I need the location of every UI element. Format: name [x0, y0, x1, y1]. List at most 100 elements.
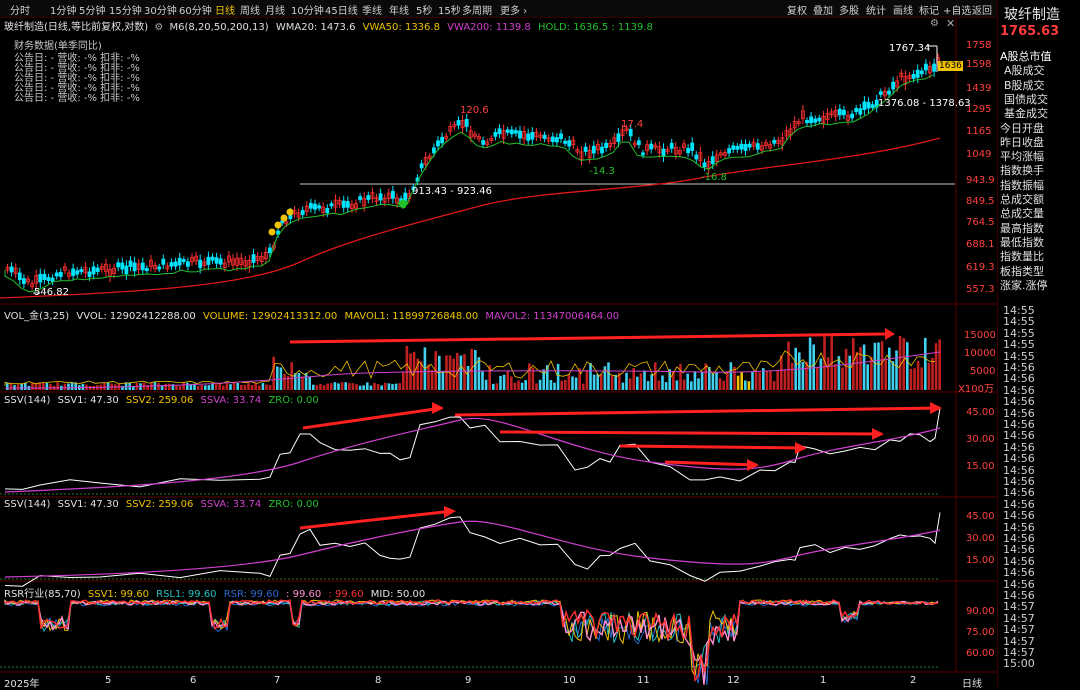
- volume-bar: [499, 375, 502, 390]
- volume-bar: [589, 362, 592, 390]
- volume-bar: [582, 383, 585, 390]
- candle-body: [419, 163, 424, 169]
- volume-bar: [384, 382, 387, 390]
- candle-body: [911, 73, 916, 79]
- volume-bar: [664, 382, 668, 390]
- volume-bar: [24, 382, 27, 390]
- volume-bar: [600, 374, 603, 390]
- candle-body: [300, 210, 305, 215]
- candle-body: [79, 269, 84, 273]
- volume-bar: [866, 364, 869, 390]
- volume-bar: [513, 382, 517, 390]
- volume-bar: [931, 357, 934, 390]
- candle-body: [727, 148, 731, 154]
- volume-bar: [798, 352, 801, 390]
- candle-body: [436, 140, 440, 147]
- volume-bar: [700, 371, 704, 390]
- candle-body: [403, 192, 408, 202]
- rsr-name: RSR行业(85,70): [4, 589, 81, 600]
- volume-bar: [304, 372, 308, 390]
- trough2-label: -16.8: [701, 172, 727, 183]
- sidebar-title: 玻纤制造: [1004, 7, 1060, 23]
- volume-bar: [445, 355, 448, 390]
- volume-bar: [805, 361, 808, 390]
- volume-bar: [787, 341, 790, 390]
- ssv-trend-arrow: [302, 406, 443, 430]
- volume-bar: [920, 367, 923, 390]
- volume-bar: [247, 383, 250, 390]
- volume-bar: [693, 371, 697, 390]
- candle-body: [91, 266, 96, 275]
- candle-body: [661, 148, 666, 157]
- ssv-legend: SSV(144) SSV1: 47.30 SSV2: 259.06 SSVA: …: [4, 395, 319, 406]
- quote-sidebar: 玻纤制造 1765.63 A股总市值 A股成交 B股成交 国债成交 基金成交 今日开盘 昨日…: [997, 0, 1080, 687]
- volume-bar: [182, 382, 185, 390]
- volume-bar: [315, 385, 319, 390]
- ssv-trend-arrowhead: [872, 428, 884, 440]
- volume-bar: [106, 382, 110, 390]
- volume-bar: [776, 370, 779, 390]
- volume-bar: [272, 356, 275, 390]
- candle-body: [542, 134, 547, 139]
- ssva-line: [4, 417, 941, 493]
- candle-body: [567, 140, 572, 147]
- ssv2-ssv2: SSV2: 259.06: [125, 499, 194, 510]
- volume-bar: [916, 360, 920, 390]
- volume-bar: [207, 385, 211, 390]
- ssv-name: SSV(144): [4, 395, 51, 406]
- volume-bar: [387, 383, 391, 390]
- x-axis-tick: 2025年: [4, 679, 40, 690]
- candle-body: [817, 117, 822, 122]
- kline-chart[interactable]: [0, 0, 997, 687]
- volume-bar: [607, 362, 610, 390]
- ssv-trend-arrow: [499, 430, 883, 436]
- candle-body: [144, 268, 149, 272]
- volume-bar: [877, 342, 880, 390]
- volume-bar: [355, 384, 358, 390]
- candle-body: [58, 272, 63, 277]
- ssv-trend-arrow: [454, 406, 941, 417]
- candle-body: [38, 273, 43, 283]
- candle-body: [731, 145, 736, 150]
- candle-body: [862, 101, 867, 110]
- volume-bar: [855, 351, 859, 390]
- x-axis-tick: 2: [910, 675, 917, 686]
- volume-bar: [686, 373, 689, 390]
- volume-bar: [744, 380, 747, 390]
- candle-body: [514, 130, 518, 134]
- volume-bar: [322, 385, 326, 390]
- candle-body: [530, 132, 535, 140]
- volume-bar: [924, 337, 927, 390]
- x-axis-tick: 11: [637, 675, 650, 686]
- vol-axis-tick: 10000: [964, 348, 996, 359]
- candle-body: [366, 195, 371, 200]
- volume-bar: [819, 358, 823, 390]
- ssv-trend-arrowhead: [930, 402, 942, 414]
- volume-bar: [326, 383, 329, 390]
- candle-body: [702, 162, 707, 168]
- volume-bar: [16, 384, 20, 390]
- ssv-ssv2: SSV2: 259.06: [125, 395, 194, 406]
- rsr-ssv1-line: [4, 599, 939, 678]
- candle-body: [526, 133, 531, 141]
- candle-body: [637, 140, 641, 145]
- x-axis-tick: 6: [190, 675, 197, 686]
- candle-body: [50, 277, 55, 282]
- volume-bar: [646, 381, 650, 390]
- candle-body: [755, 143, 760, 150]
- candle-body: [866, 101, 871, 109]
- volume-bar: [528, 363, 531, 390]
- volume-bar: [63, 383, 67, 390]
- candle-body: [837, 108, 842, 116]
- ssv-trend-arrowhead: [795, 442, 807, 454]
- candle-body: [161, 258, 166, 265]
- sidebar-item[interactable]: 涨家.涨停: [1000, 277, 1048, 293]
- volume-bar: [366, 382, 369, 390]
- signal-mark: [280, 214, 288, 222]
- candle-body: [71, 268, 75, 276]
- volume-bar: [780, 355, 783, 390]
- volume-bar: [585, 370, 589, 390]
- volume-bar: [405, 345, 409, 390]
- volume-bar: [56, 382, 59, 390]
- candle-body: [132, 262, 137, 272]
